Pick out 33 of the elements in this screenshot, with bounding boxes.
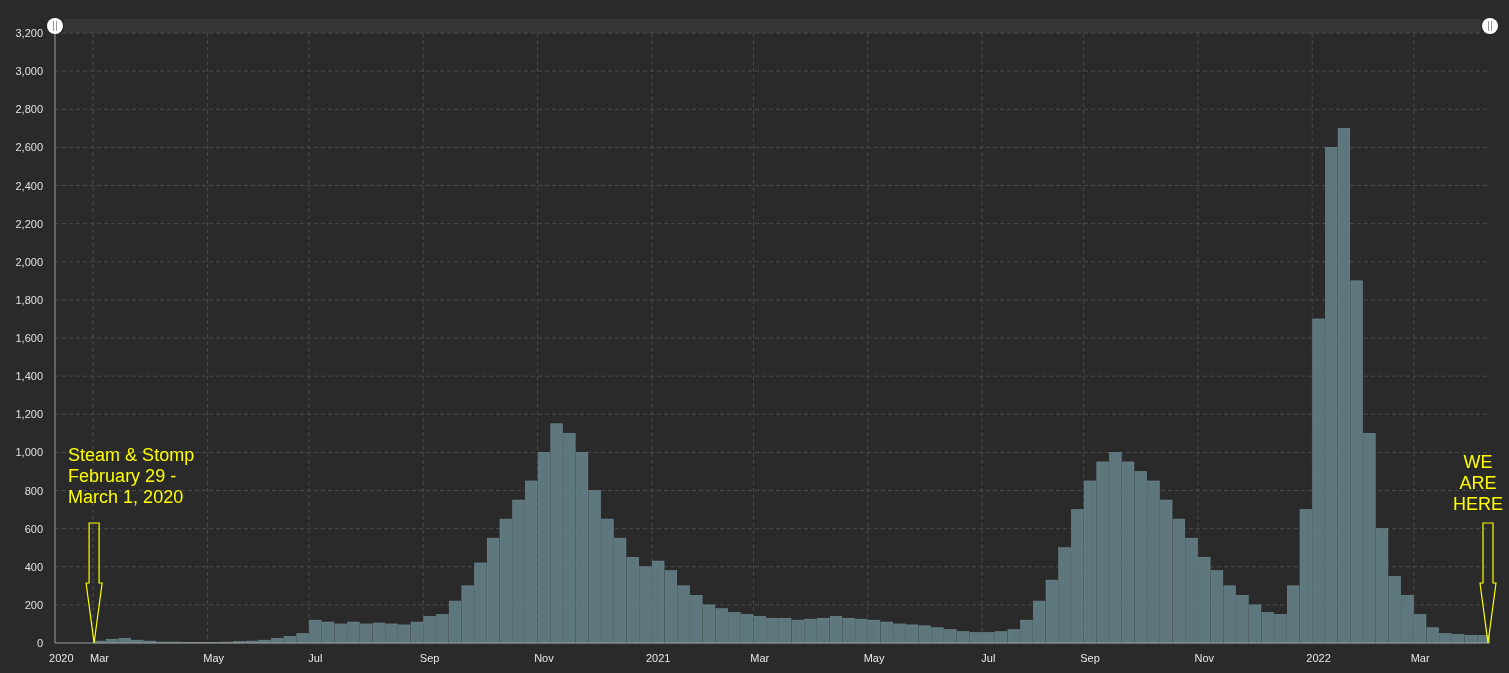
- x-axis-label: Sep: [419, 652, 440, 664]
- y-axis-label: 200: [24, 598, 43, 611]
- x-axis-label: Nov: [1194, 652, 1215, 664]
- y-axis-label: 1,200: [15, 408, 43, 421]
- x-axis-label: Jul: [308, 652, 323, 664]
- y-axis-label: 2,800: [15, 103, 43, 116]
- y-axis-label: 3,000: [15, 65, 43, 78]
- y-axis-label: 1,600: [15, 332, 43, 344]
- x-axis-label: Mar: [750, 652, 770, 664]
- x-axis-label: 2022: [1306, 652, 1331, 664]
- x-axis-label: 2020: [49, 652, 74, 664]
- x-axis-label: Mar: [89, 652, 109, 664]
- x-axis-label: 2021: [645, 652, 671, 664]
- y-axis-label: 1,000: [15, 446, 43, 459]
- annotation-text: Steam & Stomp February 29 - March 1, 2020: [68, 445, 195, 507]
- annotation-text: WE ARE HERE: [1453, 452, 1503, 514]
- x-axis-label: May: [203, 652, 225, 664]
- x-axis-label: Mar: [1410, 652, 1430, 664]
- x-axis-label: May: [863, 652, 885, 664]
- y-axis-label: 1,400: [15, 370, 43, 383]
- y-axis-label: 0: [36, 637, 43, 649]
- y-axis-label: 2,600: [15, 141, 43, 154]
- y-axis-label: 600: [24, 522, 43, 535]
- x-axis-label: Jul: [981, 652, 996, 664]
- y-axis-label: 2,400: [15, 179, 43, 192]
- y-axis-label: 3,200: [15, 27, 43, 39]
- y-axis-label: 400: [24, 560, 43, 573]
- x-axis-label: Sep: [1080, 652, 1100, 664]
- y-axis-label: 2,200: [15, 217, 43, 230]
- y-axis-label: 1,800: [15, 293, 43, 306]
- x-axis-label: Nov: [534, 652, 554, 664]
- y-axis-label: 800: [24, 484, 43, 497]
- y-axis-label: 2,000: [15, 255, 43, 268]
